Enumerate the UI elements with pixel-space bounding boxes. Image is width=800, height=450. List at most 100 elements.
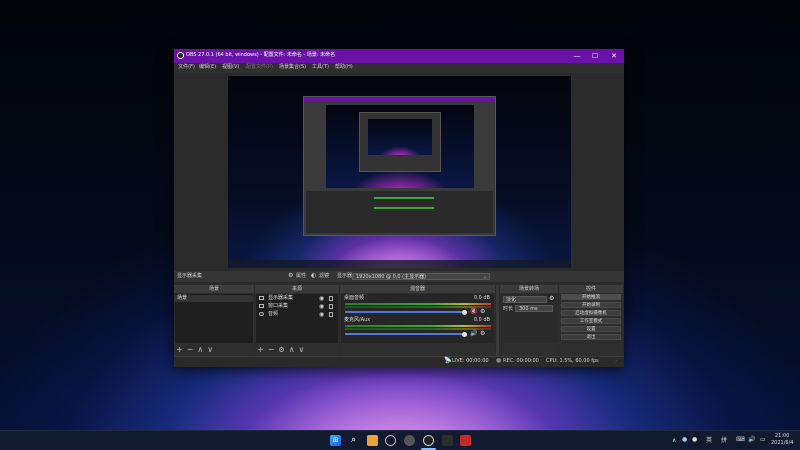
move-up-button[interactable]: ∧ (197, 345, 203, 354)
window-icon (259, 304, 264, 308)
window-title: OBS 27.0.1 (64 bit, windows) - 配置文件: 未命名… (186, 52, 336, 58)
obs-icon[interactable] (423, 435, 434, 446)
settings-icon[interactable] (404, 435, 415, 446)
remove-source-button[interactable]: − (268, 345, 275, 354)
rec-timer: REC: 00:00:00 (503, 358, 539, 364)
visibility-eye-icon[interactable]: ◉ (319, 303, 324, 310)
menu-edit[interactable]: 编辑(E) (199, 65, 216, 70)
volume-slider[interactable] (345, 311, 465, 313)
keyboard-icon[interactable]: ⌨ (736, 437, 745, 443)
transition-gear-icon[interactable]: ⚙ (549, 296, 554, 302)
move-up-button[interactable]: ∧ (289, 345, 295, 354)
properties-button[interactable]: 属性 (296, 274, 306, 279)
live-timer: LIVE: 00:00:00 (452, 358, 489, 364)
visibility-eye-icon[interactable]: ◉ (319, 311, 324, 318)
volume-slider[interactable] (345, 333, 465, 335)
start-recording-button[interactable]: 开始录制 (561, 302, 621, 308)
chrome-icon[interactable] (442, 435, 453, 446)
list-item[interactable]: 窗口采集 ◉ (259, 303, 337, 310)
selected-source-name: 显示器采集 (177, 273, 203, 279)
files-icon[interactable] (367, 435, 378, 446)
scenes-list[interactable]: 场景 (175, 294, 253, 343)
title-bar[interactable]: OBS 27.0.1 (64 bit, windows) - 配置文件: 未命名… (174, 49, 624, 63)
resize-grip-icon[interactable]: ⋰ (614, 359, 619, 364)
remove-scene-button[interactable]: − (187, 345, 194, 354)
track-name: 麦克风/Aux (344, 317, 371, 323)
menu-bar: 文件(F) 编辑(E) 视图(V) 配置文件(P) 场景集合(S) 工具(T) … (174, 63, 624, 73)
list-item[interactable]: 场景 (175, 295, 253, 302)
filters-button[interactable]: 滤镜 (319, 274, 329, 279)
menu-help[interactable]: 帮助(H) (335, 65, 353, 70)
volume-meter (345, 325, 491, 327)
duration-label: 时长 (503, 306, 514, 312)
display-icon[interactable]: ▭ (760, 437, 766, 443)
search-icon[interactable]: ⌕ (348, 435, 359, 446)
list-item[interactable]: 显示器采集 ◉ (259, 295, 337, 302)
scenes-toolbar: + − ∧ ∨ (176, 345, 217, 355)
clock-date[interactable]: 2021/6/4 (771, 441, 793, 446)
live-icon: 📡 (444, 357, 452, 364)
windows-start-icon[interactable]: ⊞ (330, 435, 341, 446)
properties-gear-icon: ⚙ (288, 272, 294, 279)
settings-button[interactable]: 设置 (561, 326, 621, 332)
add-scene-button[interactable]: + (176, 345, 183, 354)
track-settings-gear-icon[interactable]: ⚙ (480, 309, 485, 315)
obs-logo-icon (177, 52, 184, 59)
speaker-icon (259, 312, 264, 316)
move-down-button[interactable]: ∨ (207, 345, 213, 354)
monitor-icon (259, 296, 264, 300)
menu-profile[interactable]: 配置文件(P) (246, 65, 273, 70)
start-virtual-camera-button[interactable]: 启动虚拟摄像机 (561, 310, 621, 316)
list-item[interactable]: 音频 ◉ (259, 311, 337, 318)
volume-icon[interactable]: 🔊 (748, 437, 755, 443)
lock-icon[interactable] (329, 304, 333, 309)
filters-icon: ◐ (311, 272, 317, 279)
maximize-button[interactable]: ☐ (590, 52, 600, 60)
ime-language[interactable]: 英 (706, 438, 712, 444)
controls-dock-title: 控件 (559, 285, 623, 293)
transition-select[interactable]: 淡化 (503, 296, 547, 303)
add-source-button[interactable]: + (257, 345, 264, 354)
menu-view[interactable]: 视图(V) (222, 65, 239, 70)
track-db: 0.0 dB (473, 295, 490, 301)
ime-mode[interactable]: 拼 (721, 438, 727, 444)
preview-canvas[interactable] (228, 76, 571, 268)
network-icon[interactable]: ● (682, 437, 687, 443)
exit-button[interactable]: 退出 (561, 334, 621, 340)
obs-window[interactable]: OBS 27.0.1 (64 bit, windows) - 配置文件: 未命名… (174, 49, 624, 367)
scenes-dock-title: 场景 (174, 285, 254, 293)
store-icon[interactable] (385, 435, 396, 446)
studio-mode-button[interactable]: 工作室模式 (561, 318, 621, 324)
mic-icon[interactable]: ● (692, 437, 697, 443)
display-select[interactable]: 1920x1080 @ 0,0 (主显示器) ⌄ (352, 273, 490, 280)
source-settings-gear-icon[interactable]: ⚙ (278, 346, 284, 354)
volume-slider-handle[interactable] (462, 309, 467, 315)
move-down-button[interactable]: ∨ (299, 345, 305, 354)
start-streaming-button[interactable]: 开始推流 (561, 294, 621, 300)
clock-time[interactable]: 21:00 (775, 434, 789, 439)
app-icon[interactable] (460, 435, 471, 446)
track-settings-gear-icon[interactable]: ⚙ (480, 331, 485, 337)
menu-file[interactable]: 文件(F) (178, 65, 195, 70)
menu-scene-collection[interactable]: 场景集合(S) (279, 65, 306, 70)
scenes-dock: 场景 场景 + − ∧ ∨ (174, 285, 254, 356)
lock-icon[interactable] (329, 312, 333, 317)
mixer-body: 桌面音频 0.0 dB 🔇 ⚙ 麦克风/Aux 0.0 dB 🔊 ⚙ (341, 294, 494, 343)
muted-speaker-icon[interactable]: 🔇 (470, 309, 477, 315)
visibility-eye-icon[interactable]: ◉ (319, 295, 324, 302)
mixer-scrollbar[interactable] (496, 285, 499, 356)
speaker-icon[interactable]: 🔊 (470, 331, 477, 337)
lock-icon[interactable] (329, 296, 333, 301)
chevron-up-icon[interactable]: ∧ (672, 438, 676, 444)
duration-spinbox[interactable]: 300 ms (515, 305, 553, 312)
volume-slider-handle[interactable] (462, 331, 467, 337)
audio-mixer-dock: 混音器 桌面音频 0.0 dB 🔇 ⚙ 麦克风/Aux 0.0 dB 🔊 ⚙ (340, 285, 495, 356)
sources-list[interactable]: 显示器采集 ◉ 窗口采集 ◉ 音频 ◉ (256, 294, 338, 343)
close-button[interactable]: ✕ (609, 52, 619, 60)
sources-dock: 来源 显示器采集 ◉ 窗口采集 ◉ 音频 ◉ + − ⚙ ∧ ∨ (255, 285, 339, 356)
transitions-dock-title: 场景转场 (500, 285, 558, 293)
display-label: 显示器 (337, 273, 353, 279)
minimize-button[interactable]: — (572, 52, 582, 60)
menu-tools[interactable]: 工具(T) (312, 65, 329, 70)
volume-meter (345, 303, 491, 305)
